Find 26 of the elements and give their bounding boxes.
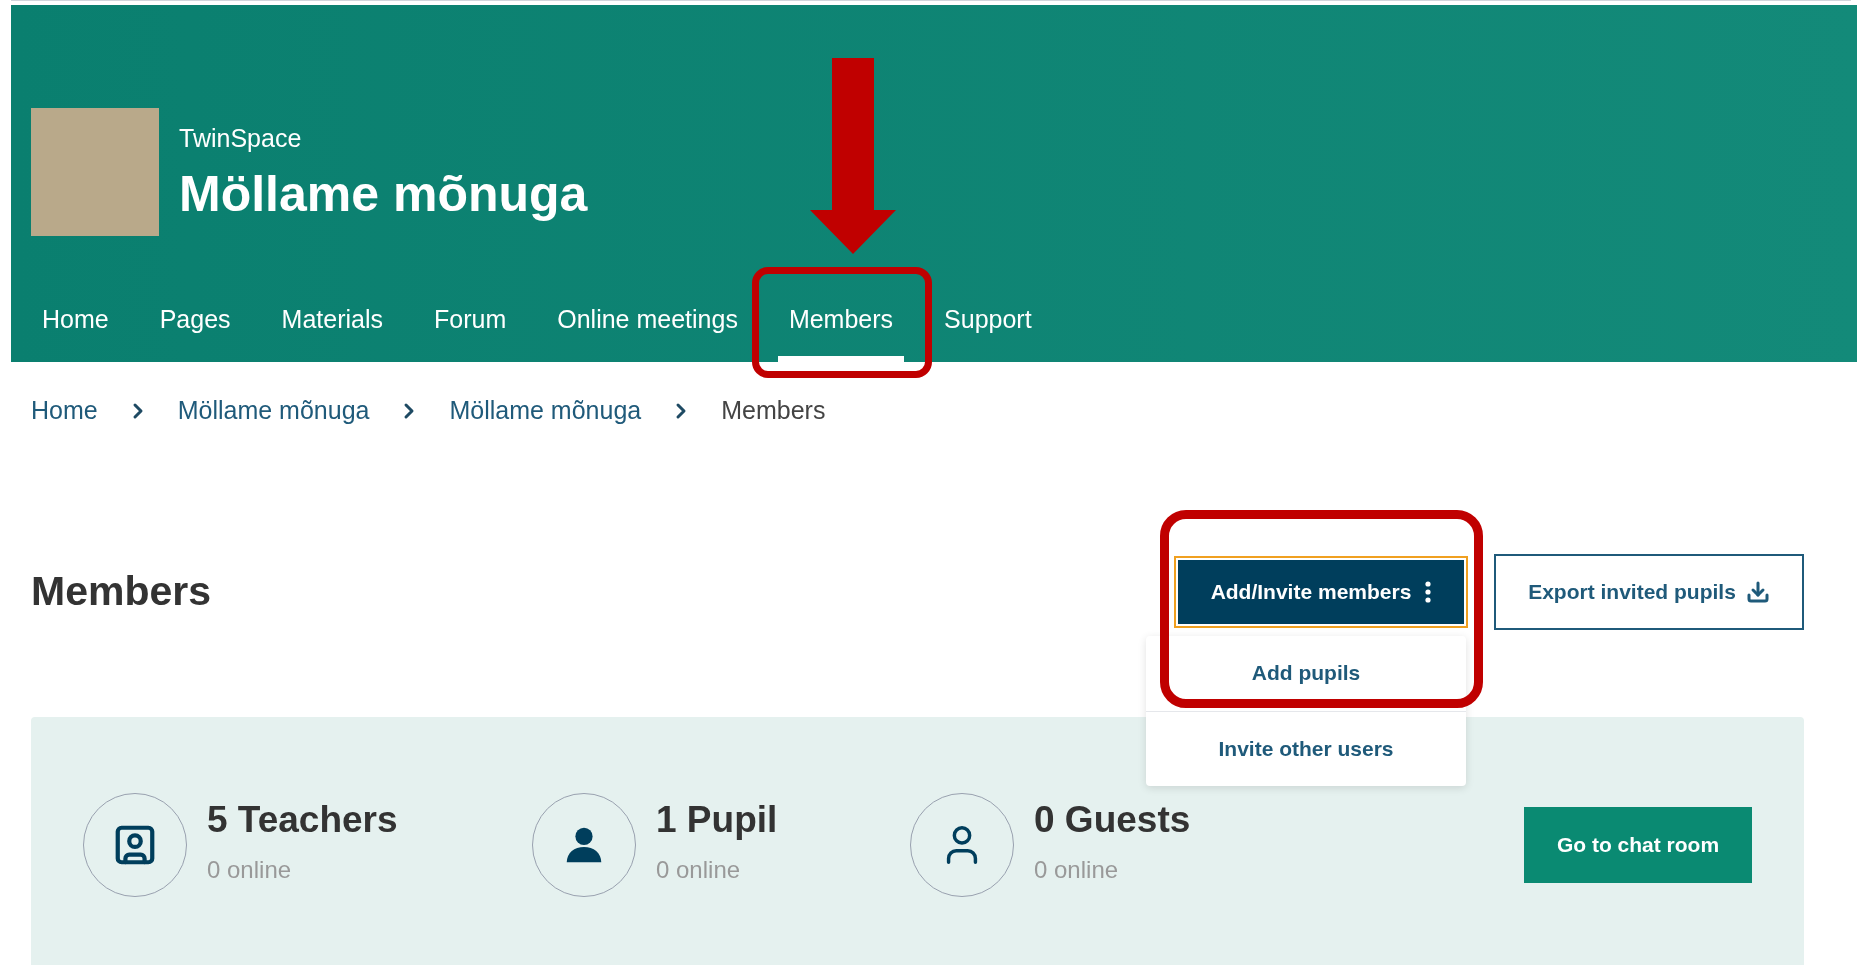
member-count: 0 Guests — [1034, 800, 1191, 838]
nav-tab[interactable]: Home — [31, 294, 120, 362]
add-invite-button[interactable]: Add/Invite members — [1176, 557, 1466, 626]
nav-tab[interactable]: Forum — [423, 294, 518, 362]
chat-room-button[interactable]: Go to chat room — [1524, 806, 1752, 883]
page-heading: Members — [31, 566, 211, 616]
nav-tab[interactable]: Members — [777, 294, 905, 362]
breadcrumb-link[interactable]: Home — [31, 392, 98, 430]
breadcrumb-link[interactable]: Möllame mõnuga — [449, 392, 642, 430]
menu-item[interactable]: Add pupils — [1146, 635, 1466, 711]
kebab-icon — [1425, 580, 1432, 603]
nav-tab[interactable]: Support — [933, 294, 1043, 362]
nav-tab[interactable]: Materials — [270, 294, 394, 362]
member-count: 5 Teachers — [207, 800, 398, 838]
nav-tab[interactable]: Pages — [148, 294, 242, 362]
site-name: TwinSpace — [179, 125, 303, 151]
download-icon — [1745, 579, 1770, 604]
member-count: 1 Pupil — [656, 800, 778, 838]
space-title: Möllame mõnuga — [179, 168, 588, 219]
breadcrumb-current-page: Members — [721, 395, 826, 426]
export-button[interactable]: Export invited pupils — [1494, 553, 1804, 630]
breadcrumb-link[interactable]: Möllame mõnuga — [177, 392, 370, 430]
nav-tab[interactable]: Online meetings — [546, 294, 749, 362]
online-count: 0 online — [656, 857, 742, 882]
online-count: 0 online — [207, 857, 293, 882]
online-count: 0 online — [1034, 857, 1120, 882]
